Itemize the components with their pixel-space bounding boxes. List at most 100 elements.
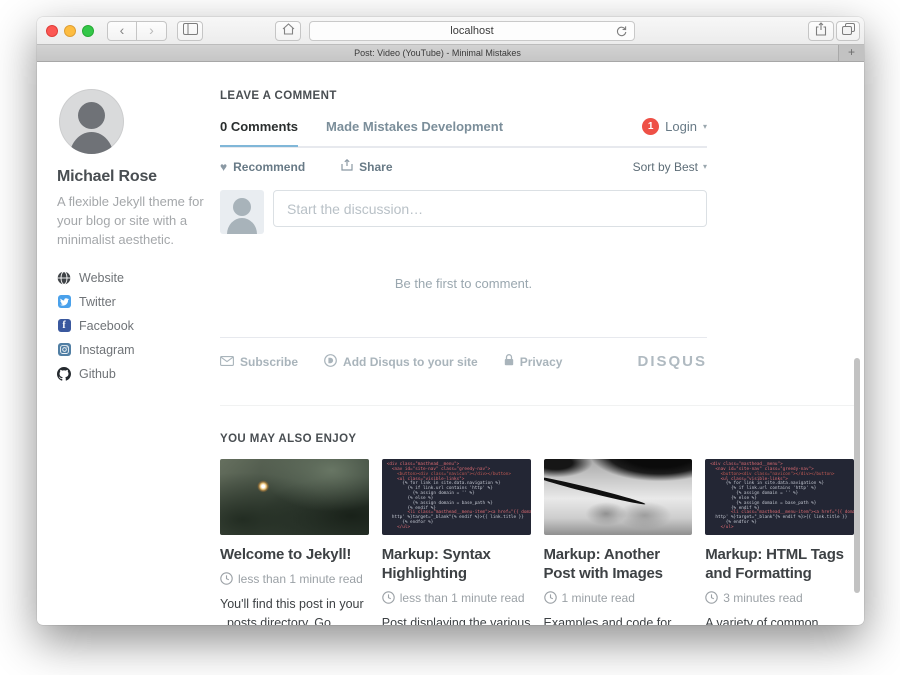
comment-compose xyxy=(220,190,707,234)
home-button[interactable] xyxy=(275,21,301,41)
browser-toolbar: ‹ › localhost xyxy=(37,17,864,45)
refresh-icon xyxy=(615,25,628,38)
envelope-icon xyxy=(220,355,234,369)
heart-icon: ♥ xyxy=(220,160,227,174)
sidebar-link-label: Website xyxy=(79,271,124,285)
tab-title: Post: Video (YouTube) - Minimal Mistakes xyxy=(354,48,521,58)
share-arrow-icon xyxy=(341,159,353,174)
globe-icon xyxy=(57,271,71,285)
sort-label: Sort by Best xyxy=(633,160,698,174)
sidebar-link-facebook[interactable]: f Facebook xyxy=(57,314,213,338)
author-links: Website Twitter f Facebook xyxy=(57,266,213,386)
post-thumbnail-code-screenshot[interactable]: <div class="masthead__menu"> <nav id="si… xyxy=(382,459,531,535)
active-tab[interactable]: Post: Video (YouTube) - Minimal Mistakes xyxy=(37,45,838,61)
disqus-actions-row: ♥ Recommend Share Sort by Best ▾ xyxy=(220,148,707,186)
related-post-card[interactable]: <div class="masthead__menu"> <nav id="si… xyxy=(382,459,531,625)
facebook-icon: f xyxy=(57,319,71,333)
sidebar-link-twitter[interactable]: Twitter xyxy=(57,290,213,314)
author-name: Michael Rose xyxy=(57,168,213,186)
clock-icon xyxy=(382,591,395,604)
post-title[interactable]: Markup: HTML Tags and Formatting xyxy=(705,546,854,584)
avatar-head-shape xyxy=(78,102,105,129)
close-window-button[interactable] xyxy=(46,25,58,37)
post-title[interactable]: Welcome to Jekyll! xyxy=(220,546,369,565)
main-column: LEAVE A COMMENT 0 Comments Made Mistakes… xyxy=(220,90,854,625)
address-bar[interactable]: localhost xyxy=(309,21,635,41)
recommend-label: Recommend xyxy=(233,160,305,174)
post-meta: less than 1 minute read xyxy=(382,591,531,605)
disqus-logo[interactable]: DISQUS xyxy=(637,353,707,370)
page-scrollbar[interactable] xyxy=(854,358,860,593)
notification-badge[interactable]: 1 xyxy=(642,118,659,135)
tab-community[interactable]: Made Mistakes Development xyxy=(326,119,503,134)
related-post-card[interactable]: <div class="masthead__menu"> <nav id="si… xyxy=(705,459,854,625)
refresh-button[interactable] xyxy=(615,25,628,43)
subscribe-link[interactable]: Subscribe xyxy=(220,355,298,369)
recommend-button[interactable]: ♥ Recommend xyxy=(220,160,305,174)
post-thumbnail-code-screenshot[interactable]: <div class="masthead__menu"> <nav id="si… xyxy=(705,459,854,535)
author-bio: A flexible Jekyll theme for your blog or… xyxy=(57,193,213,250)
post-excerpt: Post displaying the various ways of high… xyxy=(382,614,531,626)
sidebar-link-website[interactable]: Website xyxy=(57,266,213,290)
author-sidebar: Michael Rose A flexible Jekyll theme for… xyxy=(57,89,213,386)
read-time: 1 minute read xyxy=(562,591,635,605)
post-thumbnail-foggy-landscape[interactable] xyxy=(544,459,693,535)
read-time: less than 1 minute read xyxy=(238,572,363,586)
empty-state-message: Be the first to comment. xyxy=(220,276,707,291)
avatar-head-shape xyxy=(233,198,251,216)
privacy-link[interactable]: Privacy xyxy=(504,354,563,369)
post-thumbnail-green-macro[interactable] xyxy=(220,459,369,535)
fullscreen-window-button[interactable] xyxy=(82,25,94,37)
chevron-down-icon: ▾ xyxy=(703,162,707,171)
sidebar-link-label: Github xyxy=(79,367,116,381)
home-icon xyxy=(282,22,295,40)
add-disqus-label: Add Disqus to your site xyxy=(343,355,478,369)
disqus-embed: 0 Comments Made Mistakes Development 1 L… xyxy=(220,118,707,370)
sidebar-link-github[interactable]: Github xyxy=(57,362,213,386)
disqus-footer: Subscribe Add Disqus to your site Privac… xyxy=(220,337,707,370)
post-excerpt: You'll find this post in your _posts dir… xyxy=(220,595,369,625)
comments-heading: LEAVE A COMMENT xyxy=(220,90,854,102)
back-button[interactable]: ‹ xyxy=(107,21,137,41)
minimize-window-button[interactable] xyxy=(64,25,76,37)
tab-overview-button[interactable] xyxy=(836,21,860,41)
related-post-card[interactable]: Markup: Another Post with Images 1 minut… xyxy=(544,459,693,625)
share-button[interactable] xyxy=(808,21,834,41)
post-title[interactable]: Markup: Syntax Highlighting xyxy=(382,546,531,584)
post-title[interactable]: Markup: Another Post with Images xyxy=(544,546,693,584)
subscribe-label: Subscribe xyxy=(240,355,298,369)
sidebar-toggle-button[interactable] xyxy=(177,21,203,41)
comment-input[interactable] xyxy=(273,190,707,227)
tab-comment-count[interactable]: 0 Comments xyxy=(220,119,298,134)
post-meta: 1 minute read xyxy=(544,591,693,605)
screenshot-stage: ‹ › localhost xyxy=(0,0,900,675)
privacy-label: Privacy xyxy=(520,355,563,369)
browser-window: ‹ › localhost xyxy=(37,17,864,625)
forward-button[interactable]: › xyxy=(137,21,167,41)
page-content: Michael Rose A flexible Jekyll theme for… xyxy=(37,62,864,624)
instagram-icon xyxy=(57,343,71,357)
post-excerpt: A variety of common markup showing how t… xyxy=(705,614,854,626)
disqus-d-icon xyxy=(324,354,337,370)
post-excerpt: Examples and code for displaying images … xyxy=(544,614,693,626)
post-meta: 3 minutes read xyxy=(705,591,854,605)
sidebar-link-instagram[interactable]: Instagram xyxy=(57,338,213,362)
related-posts-grid: Welcome to Jekyll! less than 1 minute re… xyxy=(220,459,854,625)
related-post-card[interactable]: Welcome to Jekyll! less than 1 minute re… xyxy=(220,459,369,625)
read-time: 3 minutes read xyxy=(723,591,802,605)
post-meta: less than 1 minute read xyxy=(220,572,369,586)
add-disqus-link[interactable]: Add Disqus to your site xyxy=(324,354,478,370)
section-divider xyxy=(220,405,854,406)
sidebar-link-label: Instagram xyxy=(79,343,135,357)
tab-bar: Post: Video (YouTube) - Minimal Mistakes… xyxy=(37,45,864,62)
login-control[interactable]: 1 Login ▾ xyxy=(642,118,707,135)
related-posts-heading: YOU MAY ALSO ENJOY xyxy=(220,433,854,445)
disqus-tabs: 0 Comments Made Mistakes Development 1 L… xyxy=(220,118,707,148)
url-text: localhost xyxy=(450,25,493,37)
sort-control[interactable]: Sort by Best ▾ xyxy=(633,160,707,174)
login-label: Login xyxy=(665,119,697,134)
clock-icon xyxy=(220,572,233,585)
twitter-icon xyxy=(57,295,71,309)
disqus-share-button[interactable]: Share xyxy=(341,159,392,174)
new-tab-button[interactable]: + xyxy=(838,45,864,61)
